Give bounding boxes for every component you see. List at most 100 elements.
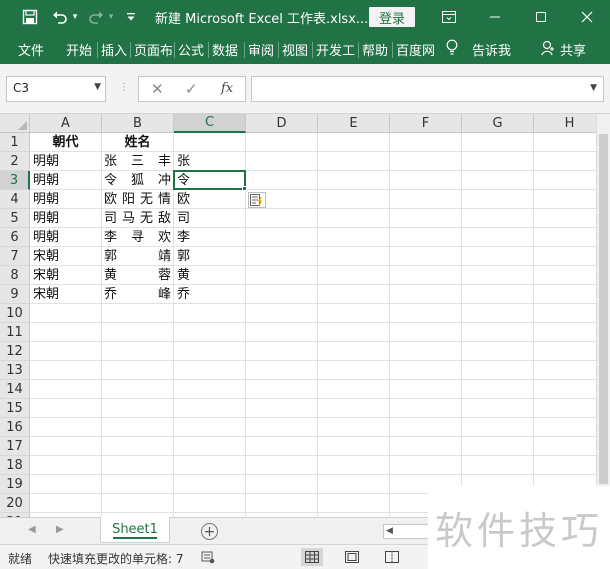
insert-function-icon[interactable]: fx (221, 81, 233, 96)
add-sheet-icon[interactable]: + (201, 523, 218, 540)
cell-c8[interactable]: 黄 (174, 266, 245, 285)
row-header-20[interactable]: 20 (0, 494, 30, 513)
page-layout-view-icon[interactable] (341, 548, 363, 566)
cell-a6[interactable]: 明朝 (30, 228, 101, 247)
cell-b3[interactable]: 令狐冲 (102, 171, 173, 190)
column-header-g[interactable]: G (462, 114, 534, 133)
column-header-c[interactable]: C (174, 114, 246, 133)
expand-formula-bar-icon[interactable]: ▼ (590, 83, 597, 93)
column-header-d[interactable]: D (246, 114, 318, 133)
undo-dropdown-icon[interactable]: ▾ (70, 7, 80, 27)
cell-c2[interactable]: 张 (174, 152, 245, 171)
share-button[interactable]: 共享 (560, 40, 586, 59)
row-header-18[interactable]: 18 (0, 456, 30, 475)
cell-b8[interactable]: 黄蓉 (102, 266, 173, 285)
tab-view[interactable]: 视图 (282, 40, 308, 59)
column-header-b[interactable]: B (102, 114, 174, 133)
row-header-10[interactable]: 10 (0, 304, 30, 323)
save-icon[interactable] (20, 7, 40, 27)
cell-a1[interactable]: 朝代 (30, 133, 101, 152)
cell-b7[interactable]: 郭靖 (102, 247, 173, 266)
horizontal-scrollbar[interactable]: ◀ (383, 524, 433, 539)
row-header-15[interactable]: 15 (0, 399, 30, 418)
column-header-a[interactable]: A (30, 114, 102, 133)
cell-a4[interactable]: 明朝 (30, 190, 101, 209)
tab-file[interactable]: 文件 (18, 40, 44, 59)
row-header-5[interactable]: 5 (0, 209, 30, 228)
maximize-icon[interactable] (518, 0, 564, 34)
row-header-9[interactable]: 9 (0, 285, 30, 304)
cell-b6[interactable]: 李寻欢 (102, 228, 173, 247)
column-header-e[interactable]: E (318, 114, 390, 133)
vertical-scrollbar[interactable] (596, 114, 610, 517)
confirm-entry-icon[interactable]: ✓ (185, 80, 198, 98)
tab-baidu-netdisk[interactable]: 百度网 (396, 40, 435, 59)
cell-a3[interactable]: 明朝 (30, 171, 101, 190)
cell-c4[interactable]: 欧 (174, 190, 245, 209)
tab-review[interactable]: 审阅 (248, 40, 274, 59)
tell-me-search[interactable]: 告诉我 (472, 40, 511, 59)
tab-help[interactable]: 帮助 (362, 40, 388, 59)
row-header-17[interactable]: 17 (0, 437, 30, 456)
select-all-button[interactable] (0, 114, 30, 133)
redo-icon[interactable] (86, 7, 106, 27)
ribbon-display-options-icon[interactable] (426, 0, 472, 34)
row-header-3[interactable]: 3 (0, 171, 30, 190)
fill-handle[interactable] (242, 186, 247, 191)
macro-record-icon[interactable] (201, 550, 215, 564)
minimize-icon[interactable] (472, 0, 518, 34)
sheet-tab-sheet1[interactable]: Sheet1 (100, 517, 170, 543)
tab-home[interactable]: 开始 (66, 40, 92, 59)
cell-b2[interactable]: 张三丰 (102, 152, 173, 171)
row-header-4[interactable]: 4 (0, 190, 30, 209)
cell-c9[interactable]: 乔 (174, 285, 245, 304)
row-header-8[interactable]: 8 (0, 266, 30, 285)
cell-b9[interactable]: 乔峰 (102, 285, 173, 304)
row-header-11[interactable]: 11 (0, 323, 30, 342)
formula-bar-grip-icon[interactable]: ⋮ (119, 82, 129, 93)
vertical-scroll-thumb[interactable] (599, 134, 608, 484)
close-icon[interactable] (564, 0, 610, 34)
tab-developer[interactable]: 开发工 (316, 40, 355, 59)
redo-dropdown-icon[interactable]: ▾ (106, 7, 116, 27)
name-box[interactable]: C3 ▼ (6, 76, 106, 102)
cell-a7[interactable]: 宋朝 (30, 247, 101, 266)
chevron-down-icon[interactable]: ▼ (94, 82, 101, 92)
cell-b5[interactable]: 司马无敌 (102, 209, 173, 228)
scroll-left-icon[interactable]: ◀ (386, 526, 393, 536)
login-button[interactable]: 登录 (369, 7, 415, 27)
column-header-f[interactable]: F (390, 114, 462, 133)
customize-qat-icon[interactable] (124, 7, 138, 27)
formula-input[interactable]: ▼ (251, 76, 604, 102)
row-header-16[interactable]: 16 (0, 418, 30, 437)
cell-b4[interactable]: 欧阳无情 (102, 190, 173, 209)
row-header-6[interactable]: 6 (0, 228, 30, 247)
row-header-2[interactable]: 2 (0, 152, 30, 171)
lightbulb-icon[interactable] (446, 39, 458, 60)
row-header-7[interactable]: 7 (0, 247, 30, 266)
share-person-icon[interactable] (541, 40, 555, 60)
row-header-1[interactable]: 1 (0, 133, 30, 152)
cell-a5[interactable]: 明朝 (30, 209, 101, 228)
tab-data[interactable]: 数据 (212, 40, 238, 59)
tab-insert[interactable]: 插入 (101, 40, 127, 59)
cell-a9[interactable]: 宋朝 (30, 285, 101, 304)
cell-a2[interactable]: 明朝 (30, 152, 101, 171)
flash-fill-options-icon[interactable] (248, 192, 266, 208)
sheet-scroll-right-icon[interactable]: ▶ (56, 524, 64, 535)
undo-icon[interactable] (50, 7, 70, 27)
page-break-view-icon[interactable] (381, 548, 403, 566)
cell-c7[interactable]: 郭 (174, 247, 245, 266)
row-header-12[interactable]: 12 (0, 342, 30, 361)
cancel-entry-icon[interactable]: ✕ (151, 80, 164, 98)
row-header-13[interactable]: 13 (0, 361, 30, 380)
cell-b1[interactable]: 姓名 (102, 133, 173, 152)
cell-c5[interactable]: 司 (174, 209, 245, 228)
tab-page-layout[interactable]: 页面布 (134, 40, 173, 59)
cell-a8[interactable]: 宋朝 (30, 266, 101, 285)
cell-c6[interactable]: 李 (174, 228, 245, 247)
worksheet-grid[interactable]: ABCDEFGH 1 2 3 4 5 6 7 8 9 10 11 12 13 14 15 16 17 18 19 20… (0, 114, 610, 517)
row-header-19[interactable]: 19 (0, 475, 30, 494)
sheet-scroll-left-icon[interactable]: ◀ (28, 524, 36, 535)
tab-formulas[interactable]: 公式 (178, 40, 204, 59)
